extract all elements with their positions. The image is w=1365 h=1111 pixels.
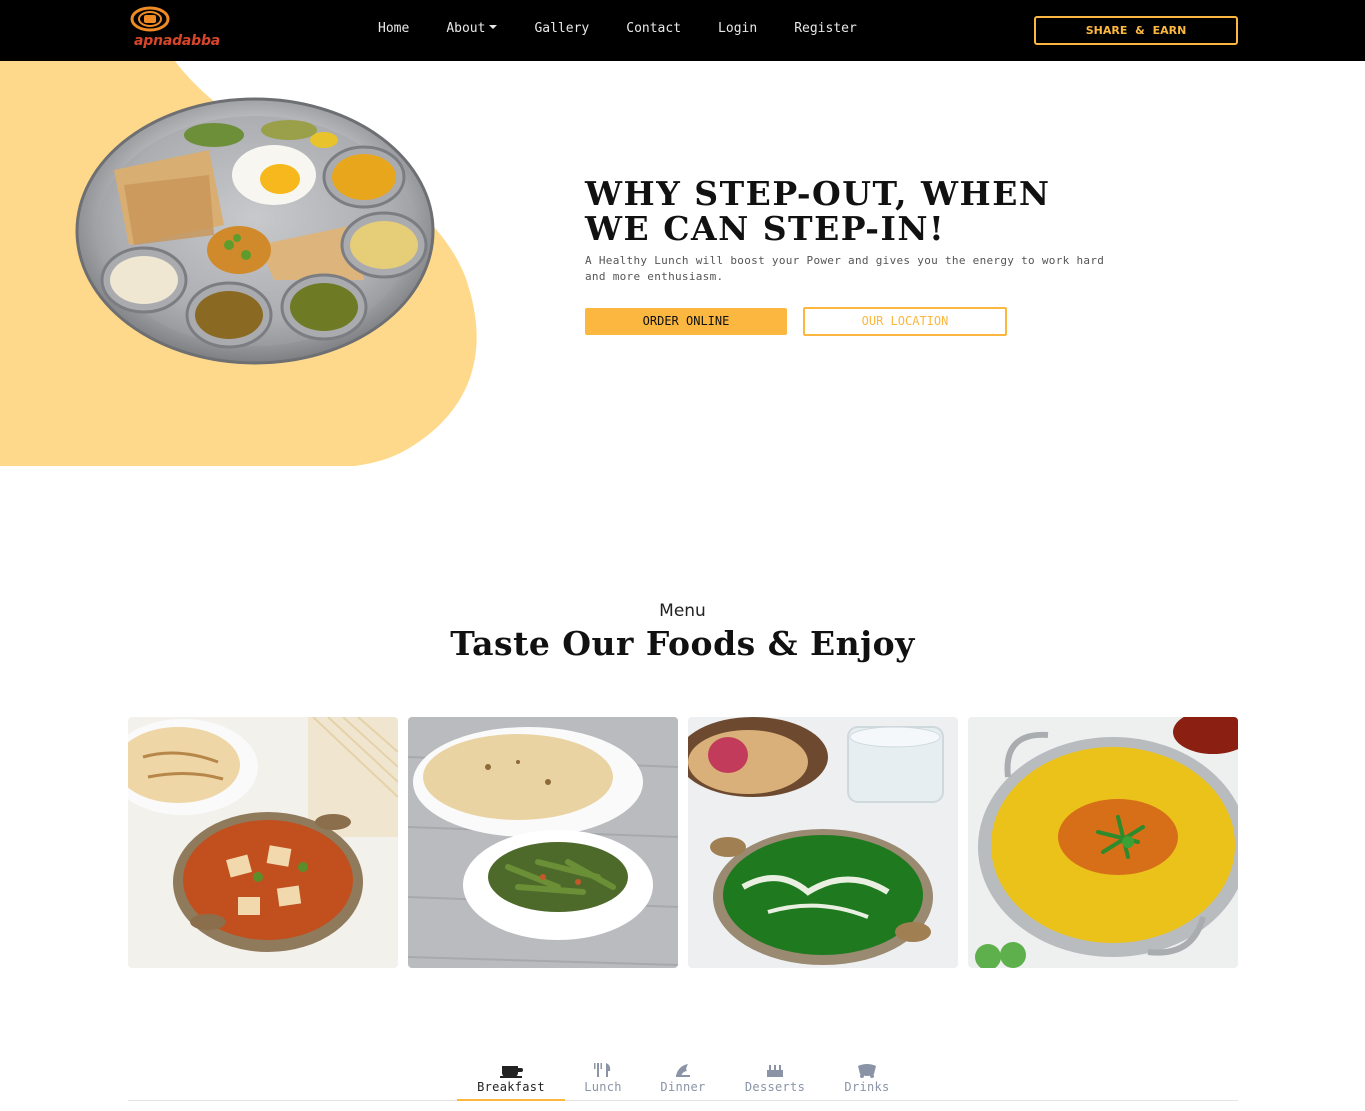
nav-contact[interactable]: Contact [626,21,681,36]
nav-about[interactable]: About [446,21,498,36]
active-tab-indicator [457,1099,565,1101]
food-card[interactable] [128,717,398,968]
tab-lunch[interactable]: Lunch [580,1062,626,1094]
paneer-curry-with-paratha-image [128,717,398,968]
brand-logo[interactable]: apnadabba [128,5,220,55]
tab-breakfast-label: Breakfast [477,1080,545,1094]
food-card[interactable] [688,717,958,968]
nav-contact-label: Contact [626,21,682,36]
beans-sabzi-with-roti-image [408,717,678,968]
main-nav: Home About Gallery Contact Login Registe… [378,21,894,36]
hero-subtitle: A Healthy Lunch will boost your Power an… [585,254,1105,283]
thali-plate-image [75,97,435,365]
hero-title: WHY STEP-OUT, WHEN WE CAN STEP-IN! [585,176,1051,246]
nav-home-label: Home [378,21,410,36]
logo-text: apnadabba [134,33,221,49]
menu-section-label: Menu [659,601,706,621]
caret-down-icon [489,25,498,29]
hero-title-bold1: WHEN [920,174,1051,213]
order-online-button[interactable]: ORDER ONLINE [585,308,787,335]
nav-login[interactable]: Login [718,21,757,36]
tab-drinks-label: Drinks [844,1080,890,1094]
tab-desserts[interactable]: Desserts [740,1062,810,1094]
menu-section-title: Taste Our Foods & Enjoy [450,624,915,663]
hero-title-bold2: WE [585,209,651,248]
nav-login-label: Login [718,21,758,36]
nav-about-label: About [446,21,486,36]
navbar: apnadabba Home About Gallery Contact Log… [0,0,1365,61]
palak-paneer-image [688,717,958,968]
tab-drinks[interactable]: Drinks [840,1062,894,1094]
tab-dinner-label: Dinner [660,1080,706,1094]
tab-breakfast[interactable]: Breakfast [474,1062,548,1094]
hero-title-part1: WHY STEP-OUT, [585,174,921,213]
nav-register[interactable]: Register [794,21,857,36]
nav-register-label: Register [794,21,857,36]
food-card[interactable] [408,717,678,968]
nav-home[interactable]: Home [378,21,409,36]
share-earn-button[interactable]: SHARE & EARN [1034,16,1238,45]
coffee-cup-icon [500,1066,523,1078]
nav-gallery[interactable]: Gallery [534,21,589,36]
hero-title-part2: CAN STEP-IN! [650,209,946,248]
tab-desserts-label: Desserts [744,1080,806,1094]
tabs-divider [128,1100,1238,1101]
dal-tadka-image [968,717,1238,968]
tab-dinner[interactable]: Dinner [656,1062,710,1094]
nav-gallery-label: Gallery [534,21,590,36]
cake-icon [767,1065,783,1077]
logo-mark-icon [130,6,170,32]
food-card[interactable] [968,717,1238,968]
tab-lunch-label: Lunch [584,1080,622,1094]
drinks-icon [858,1064,876,1078]
utensils-icon [594,1063,611,1077]
our-location-button[interactable]: OUR LOCATION [803,307,1007,336]
dinner-icon [676,1064,690,1077]
